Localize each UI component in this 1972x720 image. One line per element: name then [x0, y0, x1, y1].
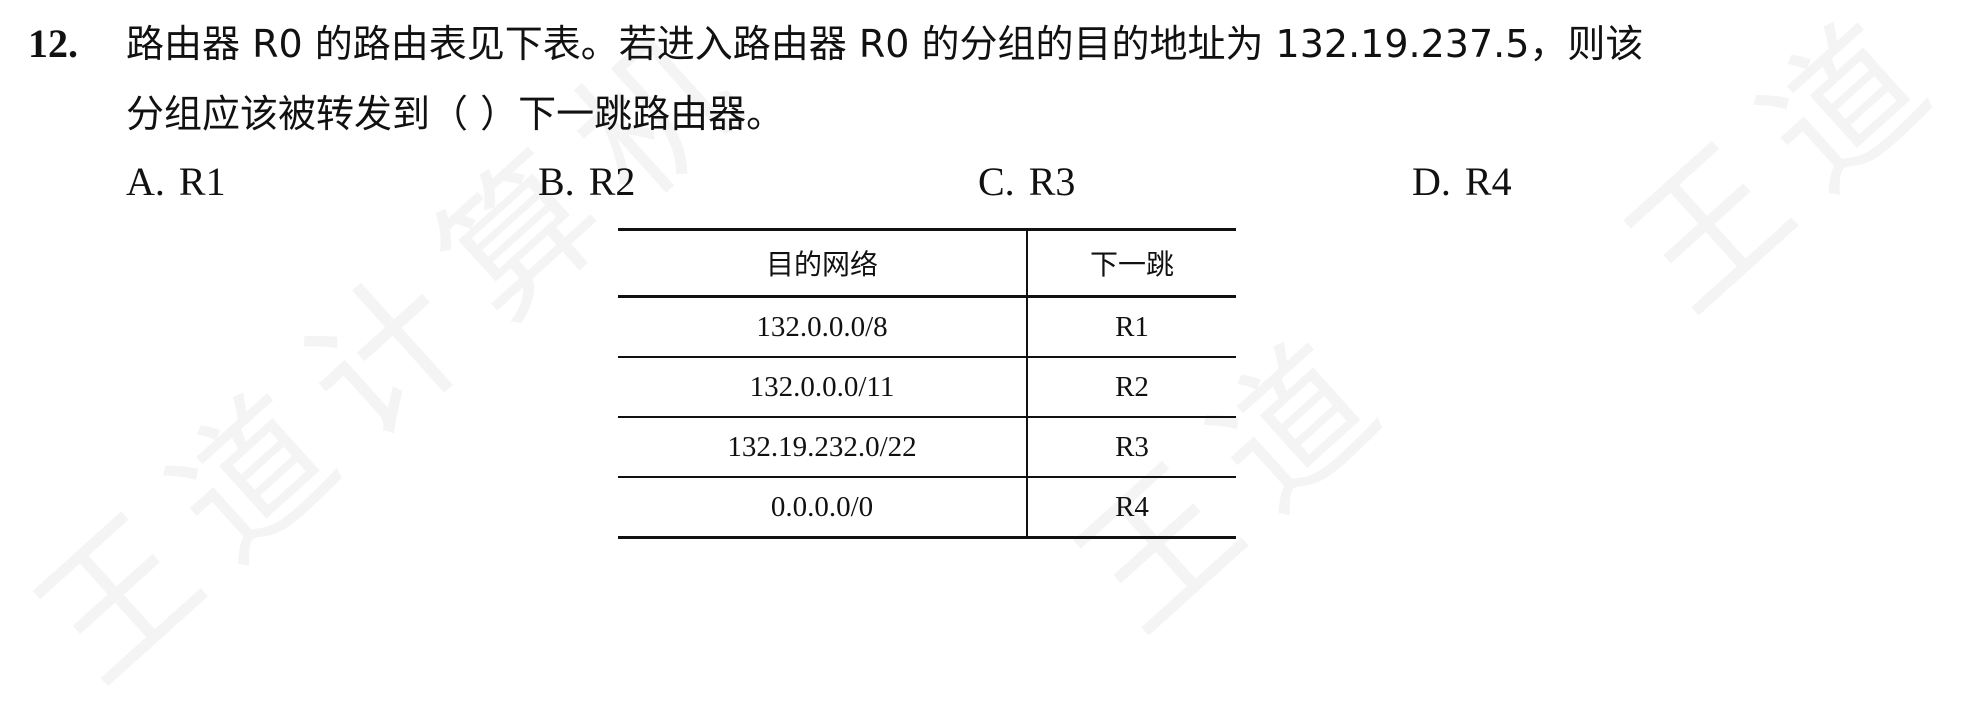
option-c: C. R3	[978, 158, 1075, 205]
table-row: 132.0.0.0/11 R2	[618, 357, 1236, 418]
option-d: D. R4	[1412, 158, 1512, 205]
question-text-line-2: 分组应该被转发到（ ）下一跳路由器。	[126, 92, 785, 136]
cell-next-hop: R4	[1027, 477, 1236, 539]
cell-next-hop: R3	[1027, 417, 1236, 478]
cell-destination: 132.19.232.0/22	[618, 417, 1028, 478]
option-text: R2	[588, 159, 636, 204]
table-row: 132.0.0.0/8 R1	[618, 296, 1236, 358]
option-letter: D.	[1412, 159, 1451, 204]
table-header-row: 目的网络 下一跳	[618, 228, 1236, 298]
table-row: 0.0.0.0/0 R4	[618, 477, 1236, 539]
cell-destination: 132.0.0.0/8	[618, 296, 1028, 358]
question-number: 12.	[28, 21, 78, 66]
header-next-hop: 下一跳	[1027, 228, 1236, 298]
option-a: A. R1	[126, 158, 226, 205]
option-letter: A.	[126, 159, 165, 204]
option-letter: C.	[978, 159, 1015, 204]
header-destination-network: 目的网络	[618, 228, 1028, 298]
cell-next-hop: R1	[1027, 296, 1236, 358]
cell-next-hop: R2	[1027, 357, 1236, 418]
question-text-line-1: 路由器 R0 的路由表见下表。若进入路由器 R0 的分组的目的地址为 132.1…	[126, 22, 1644, 66]
option-b: B. R2	[538, 158, 635, 205]
option-text: R3	[1028, 159, 1076, 204]
routing-table: 目的网络 下一跳 132.0.0.0/8 R1 132.0.0.0/11 R2 …	[618, 228, 1236, 539]
cell-destination: 132.0.0.0/11	[618, 357, 1028, 418]
option-text: R1	[178, 159, 226, 204]
option-letter: B.	[538, 159, 575, 204]
table-row: 132.19.232.0/22 R3	[618, 417, 1236, 478]
cell-destination: 0.0.0.0/0	[618, 477, 1028, 539]
option-text: R4	[1464, 159, 1512, 204]
